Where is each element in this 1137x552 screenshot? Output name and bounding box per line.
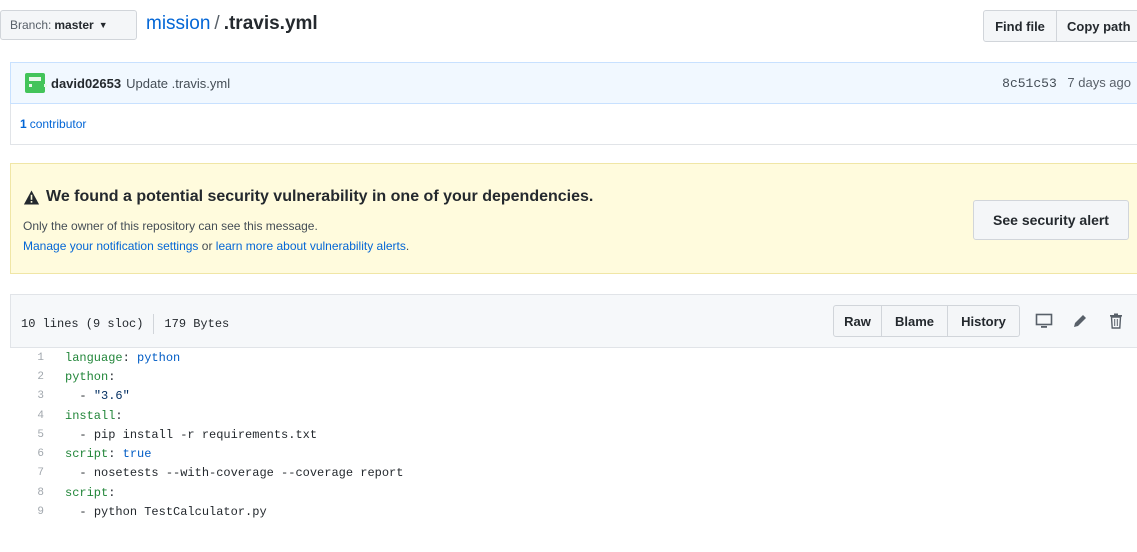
code-line: 8 script:	[10, 483, 1137, 502]
branch-name: master	[54, 18, 94, 32]
yaml-value: pip install -r requirements.txt	[93, 427, 318, 442]
blame-button[interactable]: Blame	[882, 305, 948, 337]
caret-down-icon: ▼	[98, 20, 108, 30]
file-header: 10 lines (9 sloc) 179 Bytes Raw Blame Hi…	[10, 294, 1137, 348]
line-content: script:	[44, 486, 115, 500]
line-content: install:	[44, 409, 123, 423]
file-info-divider	[153, 314, 155, 334]
yaml-separator: -	[65, 466, 94, 481]
code-line: 2 python:	[10, 367, 1137, 386]
yaml-key: script	[65, 485, 109, 500]
code-line: 9 - python TestCalculator.py	[10, 502, 1137, 521]
alert-title-text: We found a potential security vulnerabil…	[46, 188, 594, 205]
line-number[interactable]: 2	[10, 371, 44, 383]
yaml-value: "3.6"	[93, 389, 130, 404]
code-line: 5 - pip install -r requirements.txt	[10, 425, 1137, 444]
yaml-separator: -	[65, 389, 94, 404]
line-content: - "3.6"	[44, 389, 130, 404]
breadcrumb-separator: /	[214, 13, 220, 34]
code-line: 1 language: python	[10, 348, 1137, 367]
code-line: 3 - "3.6"	[10, 387, 1137, 406]
commit-meta: 8c51c53 7 days ago	[1002, 75, 1131, 91]
code-line: 7 - nosetests --with-coverage --coverage…	[10, 464, 1137, 483]
alert-end: .	[405, 239, 410, 253]
line-number[interactable]: 8	[10, 487, 44, 499]
learn-more-link[interactable]: learn more about vulnerability alerts	[216, 239, 406, 253]
avatar[interactable]	[25, 73, 47, 93]
pencil-icon[interactable]	[1071, 312, 1089, 330]
contributor-count: 1	[20, 117, 27, 131]
yaml-value: nosetests --with-coverage --coverage rep…	[93, 466, 404, 481]
line-number[interactable]: 6	[10, 448, 44, 460]
alert-links: Manage your notification settings or lea…	[23, 239, 409, 253]
line-content: language: python	[44, 351, 180, 365]
alert-owner-note: Only the owner of this repository can se…	[23, 219, 318, 233]
line-content: script: true	[44, 447, 151, 461]
trashcan-icon[interactable]	[1107, 312, 1125, 330]
yaml-value: true	[122, 447, 152, 462]
history-button[interactable]: History	[948, 305, 1020, 337]
breadcrumb-repo-link[interactable]: mission	[146, 13, 210, 34]
raw-button[interactable]: Raw	[833, 305, 882, 337]
line-number[interactable]: 3	[10, 390, 44, 402]
line-content: - pip install -r requirements.txt	[44, 428, 317, 442]
code-line: 4 install:	[10, 406, 1137, 425]
commit-tease: david02653 Update .travis.yml 8c51c53 7 …	[10, 62, 1137, 104]
file-lines: 10 lines (9 sloc)	[21, 317, 144, 331]
yaml-separator: :	[108, 369, 116, 384]
manage-notifications-link[interactable]: Manage your notification settings	[23, 239, 198, 253]
file-navigation: Branch: master ▼ mission / .travis.yml Fin…	[0, 0, 1137, 52]
line-number[interactable]: 9	[10, 506, 44, 518]
yaml-key: install	[65, 408, 116, 423]
line-content: - nosetests --with-coverage --coverage r…	[44, 466, 403, 480]
yaml-key: python	[65, 369, 109, 384]
alert-title: We found a potential security vulnerabil…	[23, 188, 593, 206]
line-number[interactable]: 1	[10, 352, 44, 364]
branch-label: Branch:	[10, 18, 52, 32]
contributor-label: contributor	[29, 117, 87, 131]
desktop-icon[interactable]	[1035, 312, 1053, 330]
file-size: 179 Bytes	[164, 317, 230, 331]
yaml-separator: -	[65, 505, 94, 520]
yaml-separator: -	[65, 427, 94, 442]
copy-path-button[interactable]: Copy path	[1057, 10, 1137, 42]
yaml-separator: :	[122, 350, 138, 365]
commit-author-link[interactable]: david02653	[51, 76, 121, 91]
line-number[interactable]: 5	[10, 429, 44, 441]
line-content: - python TestCalculator.py	[44, 505, 267, 520]
yaml-value: python TestCalculator.py	[93, 505, 267, 520]
yaml-value: python	[137, 350, 181, 365]
security-alert-banner: We found a potential security vulnerabil…	[10, 163, 1137, 274]
alert-connector: or	[198, 239, 216, 253]
file-view-button-group: Raw Blame History	[833, 305, 1020, 337]
line-content: python:	[44, 370, 115, 384]
branch-select-button[interactable]: Branch: master ▼	[0, 10, 137, 40]
breadcrumb-file: .travis.yml	[223, 13, 318, 34]
yaml-separator: :	[108, 485, 116, 500]
line-number[interactable]: 7	[10, 467, 44, 479]
commit-sha-link[interactable]: 8c51c53	[1002, 76, 1057, 91]
yaml-separator: :	[108, 447, 123, 462]
file-info: 10 lines (9 sloc) 179 Bytes	[21, 314, 229, 334]
code-blob: 1 language: python 2 python: 3 - "3.6" 4 insta…	[10, 348, 1137, 522]
code-line: 6 script: true	[10, 444, 1137, 463]
yaml-separator: :	[115, 408, 123, 423]
file-nav-button-group: Find file Copy path	[983, 10, 1137, 42]
alert-triangle-icon	[23, 190, 40, 204]
yaml-key: language	[65, 350, 123, 365]
contributors-link[interactable]: 1 contributor	[10, 104, 1137, 145]
breadcrumb: mission / .travis.yml	[146, 13, 318, 35]
find-file-button[interactable]: Find file	[983, 10, 1057, 42]
commit-message-link[interactable]: Update .travis.yml	[126, 76, 230, 91]
line-number[interactable]: 4	[10, 410, 44, 422]
see-security-alert-button[interactable]: See security alert	[973, 200, 1129, 240]
yaml-key: script	[65, 447, 109, 462]
commit-time: 7 days ago	[1067, 75, 1131, 90]
